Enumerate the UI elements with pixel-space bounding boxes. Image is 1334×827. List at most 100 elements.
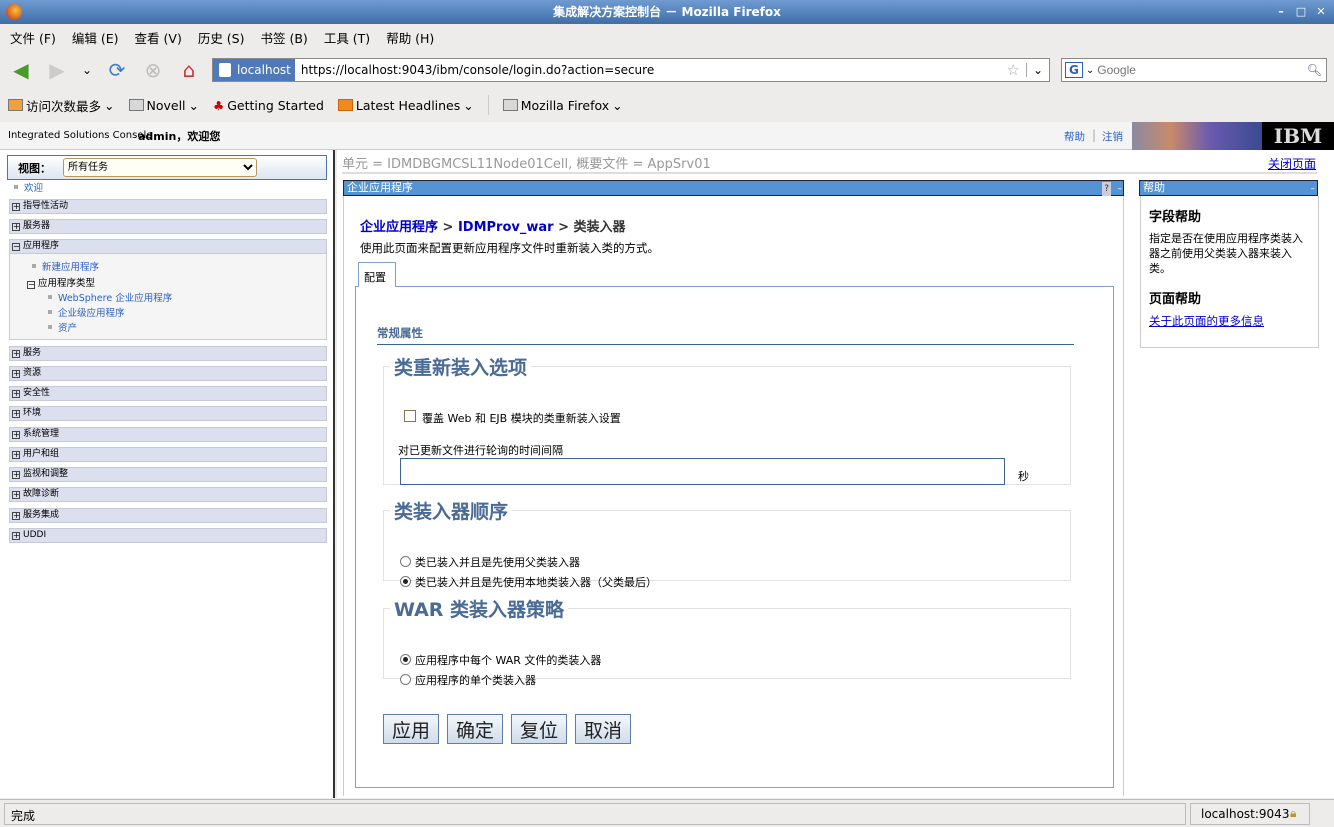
- interval-input[interactable]: [400, 458, 1005, 485]
- reload-icon[interactable]: ⟳: [104, 58, 130, 82]
- back-icon[interactable]: ◀: [8, 58, 34, 82]
- window-title: 集成解决方案控制台 － Mozilla Firefox: [553, 5, 781, 19]
- google-icon[interactable]: G: [1065, 62, 1083, 78]
- nav-section-servers[interactable]: + 服务器: [9, 219, 327, 234]
- bookmark-getting-started[interactable]: ♣ Getting Started: [213, 98, 324, 113]
- page-help-heading: 页面帮助: [1149, 292, 1202, 307]
- bookmark-mozilla-firefox[interactable]: Mozilla Firefox ⌄: [502, 98, 623, 113]
- radio-button[interactable]: [400, 654, 411, 665]
- bookmarks-toolbar: 访问次数最多 ⌄ Novell ⌄ ♣ Getting Started Latest …: [0, 90, 1334, 120]
- nav-websphere-apps[interactable]: WebSphere 企业应用程序: [48, 290, 172, 304]
- menu-help[interactable]: 帮助 (H): [386, 28, 434, 47]
- menu-history[interactable]: 历史 (S): [198, 28, 245, 47]
- radio-button[interactable]: [400, 576, 411, 587]
- redhat-icon: ♣: [213, 97, 225, 113]
- menu-view[interactable]: 查看 (V): [135, 28, 182, 47]
- breadcrumb-idmprov-war[interactable]: IDMProv_war: [458, 220, 554, 235]
- war-policy-legend: WAR 类装入器策略: [394, 599, 565, 621]
- override-checkbox[interactable]: [404, 410, 416, 422]
- portlet-body: 企业应用程序 > IDMProv_war > 类装入器 使用此页面来配置更新应用…: [343, 196, 1124, 796]
- applications-subtree: 新建应用程序 − 应用程序类型 WebSphere 企业应用程序 企业级应用程序 …: [9, 254, 327, 340]
- bookmark-latest-headlines[interactable]: Latest Headlines ⌄: [337, 98, 474, 113]
- cancel-button[interactable]: 取消: [575, 714, 632, 744]
- war-option-per-war[interactable]: 应用程序中每个 WAR 文件的类装入器: [400, 652, 601, 668]
- minimize-portlet-icon[interactable]: –: [1118, 182, 1123, 196]
- breadcrumb-enterprise-apps[interactable]: 企业应用程序: [360, 220, 438, 235]
- title-bar: 集成解决方案控制台 － Mozilla Firefox – □ ✕: [0, 0, 1334, 24]
- nav-section[interactable]: + 环境: [9, 406, 327, 421]
- bookmark-novell[interactable]: Novell ⌄: [128, 98, 199, 113]
- nav-section[interactable]: + 资源: [9, 366, 327, 381]
- engine-dropdown-icon[interactable]: ⌄: [1083, 65, 1097, 76]
- nav-section[interactable]: + 监视和调整: [9, 467, 327, 482]
- home-icon[interactable]: ⌂: [176, 58, 202, 82]
- minimize-help-icon[interactable]: –: [1311, 182, 1316, 196]
- ok-button[interactable]: 确定: [447, 714, 504, 744]
- nav-enterprise-apps[interactable]: 企业级应用程序: [48, 305, 125, 319]
- bookmark-most-visited[interactable]: 访问次数最多 ⌄: [8, 96, 115, 115]
- history-dropdown-icon[interactable]: ⌄: [74, 58, 100, 82]
- url-dropdown-icon[interactable]: ⌄: [1025, 63, 1049, 77]
- apply-button[interactable]: 应用: [383, 714, 440, 744]
- banner-image: [1132, 122, 1262, 150]
- help-link[interactable]: 帮助: [1064, 129, 1085, 144]
- tab-configuration[interactable]: 配置: [358, 262, 396, 287]
- classloader-order-group: 类装入器顺序 类已装入并且是先使用父类装入器 类已装入并且是先使用本地类装入器（…: [383, 497, 1071, 589]
- nav-section[interactable]: + 系统管理: [9, 427, 327, 442]
- bookmark-star-icon[interactable]: ☆: [1006, 61, 1025, 79]
- menu-edit[interactable]: 编辑 (E): [72, 28, 119, 47]
- nav-section[interactable]: + 服务集成: [9, 508, 327, 523]
- separator: |: [1092, 128, 1097, 142]
- nav-section-guided-activities[interactable]: + 指导性活动: [9, 199, 327, 214]
- menu-file[interactable]: 文件 (F): [10, 28, 56, 47]
- override-label: 覆盖 Web 和 EJB 模块的类重新装入设置: [422, 412, 621, 425]
- order-option-parent-first[interactable]: 类已装入并且是先使用父类装入器: [400, 554, 580, 570]
- radio-button[interactable]: [400, 674, 411, 685]
- nav-section[interactable]: + 服务: [9, 346, 327, 361]
- forward-icon[interactable]: ▶: [44, 58, 70, 82]
- reset-button[interactable]: 复位: [511, 714, 568, 744]
- close-page-link[interactable]: 关闭页面: [1268, 155, 1316, 172]
- view-select[interactable]: 所有任务: [63, 158, 257, 177]
- nav-assets[interactable]: 资产: [48, 320, 77, 334]
- order-option-parent-last[interactable]: 类已装入并且是先使用本地类装入器（父类最后）: [400, 574, 657, 590]
- help-question-icon[interactable]: ?: [1102, 182, 1111, 196]
- lock-icon[interactable]: 🔒︎: [1290, 806, 1296, 821]
- nav-application-types[interactable]: − 应用程序类型: [27, 275, 95, 289]
- button-row: 应用 确定 复位 取消: [383, 714, 632, 744]
- nav-section[interactable]: + 故障诊断: [9, 487, 327, 502]
- close-window-button[interactable]: ✕: [1314, 5, 1328, 19]
- war-policy-group: WAR 类装入器策略 应用程序中每个 WAR 文件的类装入器 应用程序的单个类装…: [383, 595, 1071, 687]
- field-help-heading: 字段帮助: [1149, 210, 1202, 225]
- logout-link[interactable]: 注销: [1102, 129, 1123, 144]
- nav-section-applications[interactable]: − 应用程序: [9, 239, 327, 254]
- war-option-single[interactable]: 应用程序的单个类装入器: [400, 672, 536, 688]
- minimize-button[interactable]: –: [1274, 5, 1288, 19]
- portlet-header: 企业应用程序 ? –: [343, 180, 1124, 196]
- status-bar: 完成 localhost:9043 🔒︎: [0, 799, 1334, 827]
- nav-welcome[interactable]: 欢迎: [14, 180, 43, 194]
- stop-icon[interactable]: ⊗: [140, 58, 166, 82]
- navigation-tree: 视图： 所有任务 欢迎 + 指导性活动 + 服务器 − 应用程序 新建应用程序 − 应用…: [0, 150, 335, 798]
- search-input[interactable]: [1097, 63, 1307, 77]
- nav-new-application[interactable]: 新建应用程序: [32, 259, 99, 273]
- interval-label: 对已更新文件进行轮询的时间间隔: [398, 444, 563, 457]
- nav-section[interactable]: + 安全性: [9, 386, 327, 401]
- menu-bookmarks[interactable]: 书签 (B): [261, 28, 308, 47]
- nav-section[interactable]: + 用户和组: [9, 447, 327, 462]
- search-icon[interactable]: 🔍︎: [1307, 63, 1326, 77]
- nav-section[interactable]: + UDDI: [9, 528, 327, 543]
- site-identity[interactable]: localhost: [213, 59, 295, 81]
- menu-tools[interactable]: 工具 (T): [324, 28, 370, 47]
- url-text[interactable]: https://localhost:9043/ibm/console/login…: [295, 63, 1007, 77]
- maximize-button[interactable]: □: [1294, 5, 1308, 19]
- view-selector: 视图： 所有任务: [7, 155, 327, 180]
- classloader-order-legend: 类装入器顺序: [394, 501, 509, 523]
- url-bar[interactable]: localhost https://localhost:9043/ibm/con…: [212, 58, 1050, 82]
- radio-button[interactable]: [400, 556, 411, 567]
- more-info-link[interactable]: 关于此页面的更多信息: [1149, 313, 1310, 329]
- reload-options-legend: 类重新装入选项: [394, 357, 528, 379]
- console-header: Integrated Solutions Console admin，欢迎您 帮…: [0, 122, 1334, 150]
- ibm-logo: IBM: [1262, 122, 1334, 150]
- search-bar[interactable]: G ⌄ 🔍︎: [1061, 58, 1327, 82]
